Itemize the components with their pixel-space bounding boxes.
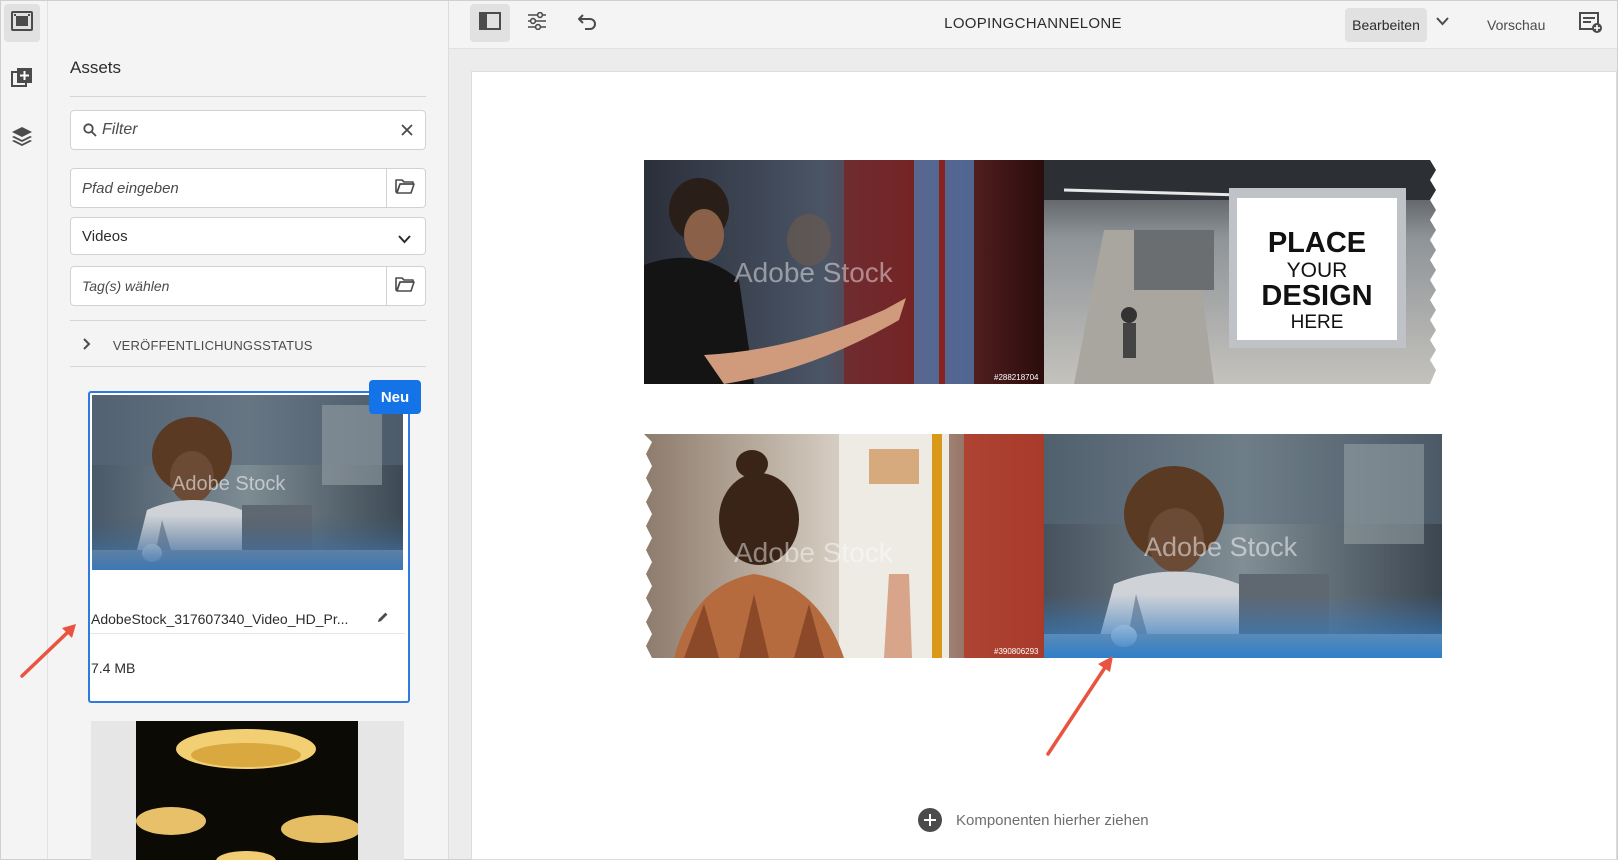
drop-hint: Komponenten hierher ziehen xyxy=(956,811,1149,829)
billboard-text: YOUR xyxy=(1287,259,1348,282)
asset-card[interactable] xyxy=(91,721,404,860)
chevron-right-icon xyxy=(83,338,101,353)
svg-text:Adobe Stock: Adobe Stock xyxy=(734,537,894,568)
divider xyxy=(70,366,426,367)
preview-button[interactable]: Vorschau xyxy=(1487,17,1545,33)
assets-tab[interactable] xyxy=(4,4,40,42)
search-icon xyxy=(83,123,97,142)
asset-name: AdobeStock_317607340_Video_HD_Pr... xyxy=(91,611,349,627)
stock-id: #288218704 xyxy=(994,373,1039,382)
assets-icon xyxy=(11,10,33,36)
svg-text:Adobe Stock: Adobe Stock xyxy=(1144,532,1298,562)
divider xyxy=(90,633,405,634)
sequence-tile[interactable]: Adobe Stock #390806293 xyxy=(644,434,1044,658)
top-toolbar: LOOPINGCHANNELONE Bearbeiten Vorschau xyxy=(449,1,1617,49)
asset-card[interactable]: Adobe Stock Neu AdobeStock_317607340_Vid… xyxy=(88,380,421,703)
layers-icon xyxy=(11,125,33,152)
tags-field: Tag(s) wählen xyxy=(70,266,426,306)
clear-icon[interactable] xyxy=(401,123,413,141)
side-panel-icon xyxy=(479,11,501,35)
panel-title: Assets xyxy=(70,58,122,77)
layers-tab[interactable] xyxy=(4,119,40,157)
properties-button[interactable] xyxy=(517,4,557,42)
drop-zone[interactable]: Komponenten hierher ziehen xyxy=(918,808,1149,832)
type-select[interactable]: Videos xyxy=(70,217,426,255)
chevron-down-icon xyxy=(398,231,411,249)
undo-button[interactable] xyxy=(567,4,607,42)
page-info-icon[interactable] xyxy=(1579,12,1603,39)
components-tab[interactable] xyxy=(4,61,40,99)
billboard-text: PLACE xyxy=(1268,227,1366,259)
tags-browse-button[interactable] xyxy=(385,267,425,305)
sequence-tile[interactable]: Adobe Stock xyxy=(1044,434,1442,658)
tags-input[interactable]: Tag(s) wählen xyxy=(71,267,387,305)
svg-text:Adobe Stock: Adobe Stock xyxy=(734,257,894,288)
stock-id: #390806293 xyxy=(994,647,1039,656)
svg-text:Adobe Stock: Adobe Stock xyxy=(172,473,286,495)
undo-icon xyxy=(577,12,597,35)
path-field: Pfad eingeben xyxy=(70,168,426,208)
filter-field[interactable]: Filter xyxy=(70,110,426,150)
side-panel-toggle[interactable] xyxy=(470,4,510,42)
folder-icon xyxy=(395,276,415,297)
divider xyxy=(70,320,426,321)
sequence-tile[interactable]: PLACE YOUR DESIGN HERE xyxy=(1044,160,1442,384)
video-thumbnail: Adobe Stock xyxy=(92,395,403,570)
path-input[interactable]: Pfad eingeben xyxy=(71,169,387,207)
edit-mode-button[interactable]: Bearbeiten xyxy=(1345,8,1427,42)
sliders-icon xyxy=(527,11,547,35)
add-icon xyxy=(918,808,942,832)
path-placeholder: Pfad eingeben xyxy=(82,180,179,197)
filter-input[interactable]: Filter xyxy=(102,121,138,139)
asset-size: 7.4 MB xyxy=(91,660,136,676)
path-browse-button[interactable] xyxy=(385,169,425,207)
billboard-text: HERE xyxy=(1291,312,1344,333)
billboard-text: DESIGN xyxy=(1261,280,1372,312)
components-icon xyxy=(11,67,33,94)
publish-status-label: VERÖFFENTLICHUNGSSTATUS xyxy=(112,338,313,353)
edit-icon[interactable] xyxy=(377,610,389,628)
divider xyxy=(70,96,426,97)
left-rail xyxy=(1,1,48,859)
type-select-value: Videos xyxy=(82,228,128,245)
new-badge: Neu xyxy=(369,380,421,414)
sequence-tile[interactable]: Adobe Stock #288218704 xyxy=(644,160,1044,384)
chevron-down-icon[interactable] xyxy=(1436,13,1449,31)
folder-icon xyxy=(395,178,415,199)
tags-placeholder: Tag(s) wählen xyxy=(82,278,170,294)
publish-status-toggle[interactable]: VERÖFFENTLICHUNGSSTATUS xyxy=(70,338,313,353)
video-thumbnail xyxy=(136,721,358,860)
